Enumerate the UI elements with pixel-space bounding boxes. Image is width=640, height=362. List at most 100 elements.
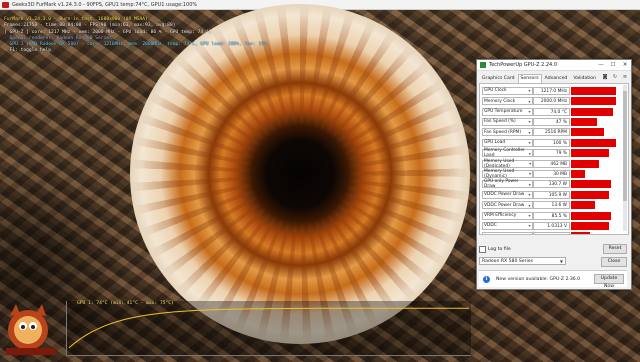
sensor-dropdown-arrow-icon[interactable]: ▾ <box>527 203 532 208</box>
furmark-app-icon <box>2 1 9 8</box>
sensor-dropdown-arrow-icon[interactable]: ▾ <box>527 192 532 197</box>
sensor-name[interactable]: Memory Used (Dedicated) ▾ <box>482 159 533 169</box>
sensor-name[interactable]: ▾ <box>482 232 533 235</box>
overlay-help-line: - F1: toggle help <box>4 48 52 54</box>
sensor-value: 462 MB <box>533 159 570 168</box>
maximize-button[interactable]: ☐ <box>607 60 619 70</box>
sensor-name[interactable]: Fan Speed (%) ▾ <box>482 117 533 126</box>
sensor-value: 2516 RPM <box>533 128 570 137</box>
sensor-dropdown-arrow-icon[interactable]: ▾ <box>527 119 532 124</box>
sensor-dropdown-arrow-icon[interactable]: ▾ <box>527 223 532 228</box>
card-select-dropdown[interactable]: Radeon RX 580 Series ▼ <box>479 257 566 265</box>
close-button[interactable]: Close <box>601 257 627 267</box>
log-to-file-checkbox[interactable] <box>479 245 486 253</box>
sensor-row: GPU Load ▾ 100 % <box>482 138 624 148</box>
sensor-row: Memory Controller Load ▾ 79 % <box>482 148 624 158</box>
sensor-name[interactable]: VDDC ▾ <box>482 221 533 230</box>
sensor-name[interactable]: Fan Speed (RPM) ▾ <box>482 128 533 137</box>
sensor-graph-fill <box>571 159 600 168</box>
sensor-row: VDDC ▾ 1.0313 V <box>482 221 624 231</box>
gpu-temperature-graph: GPU 1: 74°C (min: 41°C - max: 75°C) <box>66 301 471 356</box>
furmark-window-title: Geeks3D FurMark v1.24.3.0 - 90FPS, GPU1 … <box>12 1 198 8</box>
sensor-dropdown-arrow-icon[interactable]: ▾ <box>528 151 532 156</box>
sensor-value: 13.6 W <box>533 201 570 210</box>
card-select-value: Radeon RX 580 Series <box>482 259 533 264</box>
sensor-row: GPU Temperature ▾ 74.0 °C <box>482 107 624 117</box>
sensor-row: Memory Used (Dynamic) ▾ 30 MB <box>482 169 624 179</box>
sensor-graph <box>571 117 618 126</box>
sensor-dropdown-arrow-icon[interactable]: ▾ <box>527 88 532 93</box>
scrollbar-thumb[interactable] <box>623 91 627 201</box>
sensor-name[interactable]: Memory Controller Load ▾ <box>482 148 533 158</box>
sensor-graph-fill <box>571 180 611 189</box>
sensor-name[interactable]: GPU Load ▾ <box>482 138 533 147</box>
gpuz-window-title: TechPowerUp GPU-Z 2.24.0 <box>489 62 558 68</box>
sensor-dropdown-arrow-icon[interactable]: ▾ <box>527 109 532 114</box>
sensor-dropdown-arrow-icon[interactable]: ▾ <box>528 161 532 166</box>
menu-icon[interactable]: ≡ <box>621 73 629 81</box>
sensor-graph <box>571 232 618 234</box>
sensor-scrollbar[interactable] <box>623 85 627 231</box>
gpuz-window: TechPowerUp GPU-Z 2.24.0 — ☐ ✕ Graphics … <box>476 59 632 290</box>
sensor-row: GPU only Power Draw ▾ 130.7 W <box>482 179 624 189</box>
sensor-value: 47 % <box>533 117 570 126</box>
sensor-name[interactable]: VRM Efficiency ▾ <box>482 211 533 220</box>
sensor-graph <box>571 159 618 168</box>
sensor-dropdown-arrow-icon[interactable]: ▾ <box>527 130 532 135</box>
sensor-name[interactable]: Memory Clock ▾ <box>482 97 533 106</box>
sensor-dropdown-arrow-icon[interactable]: ▾ <box>527 234 532 235</box>
camera-icon[interactable]: ◙ <box>601 73 609 81</box>
sensor-value: 100 % <box>533 138 570 147</box>
log-to-file-label: Log to file <box>488 246 511 252</box>
sensor-value: 2000.0 MHz <box>533 97 570 106</box>
sensor-dropdown-arrow-icon[interactable]: ▾ <box>527 140 532 145</box>
sensor-name[interactable]: VDDC Power Draw ▾ <box>482 201 533 210</box>
sensor-graph <box>571 138 618 147</box>
sensor-name[interactable]: GPU only Power Draw ▾ <box>482 179 533 189</box>
sensor-name[interactable]: Memory Used (Dynamic) ▾ <box>482 169 533 179</box>
sensor-graph-fill <box>571 128 604 137</box>
chevron-down-icon: ▼ <box>559 259 563 264</box>
sensor-graph-fill <box>571 149 609 158</box>
close-window-button[interactable]: ✕ <box>619 60 631 70</box>
sensor-name[interactable]: VDDC Power Draw ▾ <box>482 190 533 199</box>
sensor-dropdown-arrow-icon[interactable]: ▾ <box>528 171 532 176</box>
sensor-dropdown-arrow-icon[interactable]: ▾ <box>527 182 532 187</box>
sensor-graph-fill <box>571 221 609 230</box>
sensor-dropdown-arrow-icon[interactable]: ▾ <box>527 213 532 218</box>
refresh-icon[interactable]: ↻ <box>611 73 619 81</box>
sensor-graph-fill <box>571 169 586 178</box>
gpuz-app-icon <box>480 62 486 68</box>
sensor-value: 85.5 % <box>533 211 570 220</box>
sensor-row: Fan Speed (RPM) ▾ 2516 RPM <box>482 128 624 138</box>
sensor-name[interactable]: GPU Clock ▾ <box>482 86 533 95</box>
sensor-graph <box>571 97 618 106</box>
update-now-button[interactable]: Update Now <box>594 274 624 289</box>
sensor-row: Fan Speed (%) ▾ 47 % <box>482 117 624 127</box>
sensor-graph-fill <box>571 107 614 116</box>
sensor-graph-fill <box>571 232 590 234</box>
sensor-dropdown-arrow-icon[interactable]: ▾ <box>527 99 532 104</box>
reset-button[interactable]: Reset <box>603 244 627 254</box>
update-notification: i New version available: GPU-Z 2.36.0 Up… <box>479 270 627 289</box>
sensor-graph <box>571 201 618 210</box>
sensor-graph <box>571 128 618 137</box>
sensor-value: 79 % <box>533 149 570 158</box>
sensor-value: 1217.0 MHz <box>533 86 570 95</box>
furmark-logo <box>6 304 56 355</box>
sensor-row: Memory Clock ▾ 2000.0 MHz <box>482 96 624 106</box>
sensor-graph-fill <box>571 138 616 147</box>
sensor-name[interactable]: GPU Temperature ▾ <box>482 107 533 116</box>
gpuz-toolbar: ◙ ↻ ≡ <box>601 73 629 81</box>
fur-eye-streaks <box>130 4 470 344</box>
sensor-graph-fill <box>571 86 616 95</box>
sensor-value: 30 MB <box>533 169 570 178</box>
sensor-row: VDDC Power Draw ▾ 13.6 W <box>482 200 624 210</box>
sensor-value <box>533 232 570 234</box>
minimize-button[interactable]: — <box>595 60 607 70</box>
gpuz-titlebar[interactable]: TechPowerUp GPU-Z 2.24.0 — ☐ ✕ <box>477 60 631 71</box>
temperature-line <box>68 307 469 349</box>
sensor-graph-fill <box>571 211 611 220</box>
sensor-row: GPU Clock ▾ 1217.0 MHz <box>482 86 624 96</box>
gpuz-tab-bar: Graphics Card Sensors Advanced Validatio… <box>479 74 599 84</box>
